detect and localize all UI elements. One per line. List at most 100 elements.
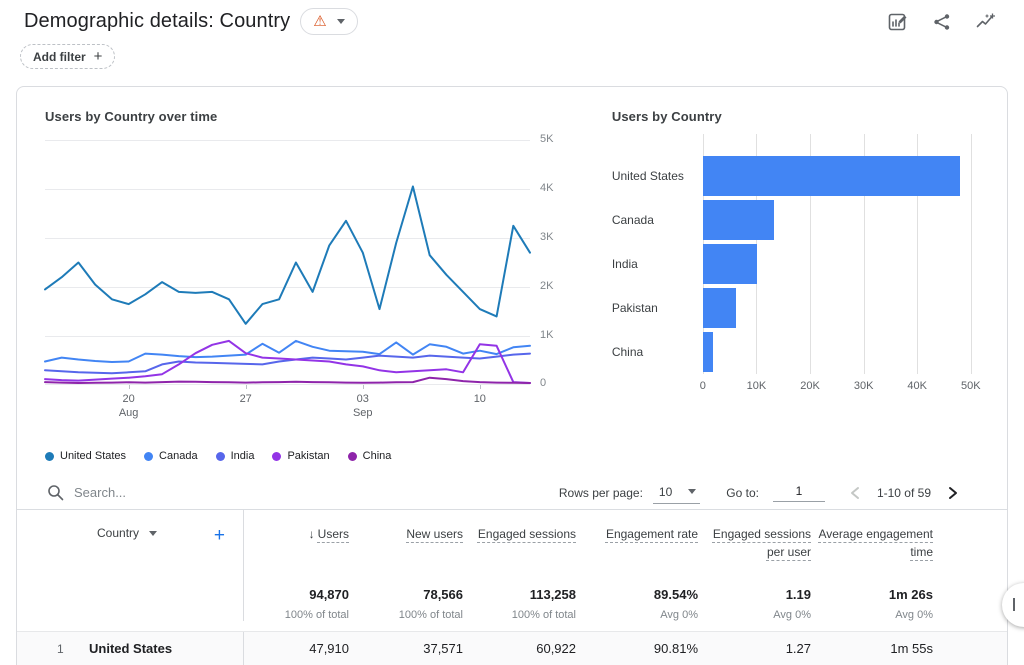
next-page-button[interactable] (947, 486, 959, 500)
goto-page-input[interactable] (773, 484, 825, 502)
share-button[interactable] (932, 12, 952, 32)
customize-report-button[interactable] (888, 12, 908, 32)
totals-value: 78,566 (349, 587, 463, 602)
bar-chart-block: Users by Country United StatesCanadaIndi… (612, 109, 983, 462)
bar-pakistan[interactable] (703, 288, 736, 328)
row-metric-cell: 1.27 (698, 632, 811, 665)
x-axis-label: 30K (854, 380, 874, 392)
bar-chart[interactable]: United StatesCanadaIndiaPakistanChina 01… (612, 134, 983, 398)
totals-cell: 78,566100% of total (349, 587, 463, 621)
legend-label: Pakistan (287, 450, 329, 462)
plus-icon: + (94, 48, 103, 65)
goto-label: Go to: (726, 486, 759, 500)
totals-value: 1.19 (698, 587, 811, 602)
x-axis-label: 20K (800, 380, 820, 392)
share-icon (932, 12, 952, 32)
column-header-label: Engaged sessions per user (713, 527, 811, 559)
bar-india[interactable] (703, 244, 757, 284)
line-chart[interactable]: 5K4K3K2K1K0 20Aug2703Sep10 (45, 140, 556, 442)
bar-canada[interactable] (703, 200, 774, 240)
row-metric-cell: 1m 55s (811, 632, 933, 665)
rows-per-page-label: Rows per page: (559, 486, 643, 500)
totals-subtext: Avg 0% (698, 609, 811, 621)
y-axis-label: 2K (540, 280, 553, 292)
rows-per-page-value: 10 (659, 485, 672, 499)
totals-subtext: Avg 0% (811, 609, 933, 621)
bar-row (703, 198, 971, 242)
row-dimension-cell: 1United States (17, 632, 244, 665)
totals-cell: 89.54%Avg 0% (576, 587, 698, 621)
column-header-engaged-sessions[interactable]: Engaged sessions (463, 510, 576, 587)
column-header-label: Engaged sessions (478, 527, 576, 541)
totals-cell: 113,258100% of total (463, 587, 576, 621)
column-header-average-engagement-time[interactable]: Average engagement time (811, 510, 933, 587)
x-axis-label: 10 (474, 392, 486, 406)
previous-page-button[interactable] (849, 486, 861, 500)
line-chart-series[interactable] (45, 140, 530, 385)
legend-dot (144, 452, 153, 461)
bar-row (703, 242, 971, 286)
column-header-new-users[interactable]: New users (349, 510, 463, 587)
bar-china[interactable] (703, 332, 713, 372)
totals-value: 1m 26s (811, 587, 933, 602)
column-header-users[interactable]: ↓Users (244, 510, 349, 587)
y-axis-label: 5K (540, 133, 553, 145)
bar-row (703, 286, 971, 330)
ga4-demographic-details-page: Demographic details: Country ⚠ (0, 0, 1024, 665)
legend-label: India (231, 450, 255, 462)
legend-dot (272, 452, 281, 461)
x-axis-tick (480, 385, 481, 389)
legend-item: United States (45, 450, 126, 462)
column-header-label: New users (406, 527, 463, 541)
search-box (47, 484, 559, 501)
totals-value: 113,258 (463, 587, 576, 602)
bar-category-label: Pakistan (612, 286, 703, 330)
search-input[interactable] (74, 485, 374, 500)
x-axis-label: 0 (700, 380, 706, 392)
legend-item: Pakistan (272, 450, 329, 462)
column-header-engaged-sessions-per-user[interactable]: Engaged sessions per user (698, 510, 811, 587)
bar-chart-title: Users by Country (612, 109, 983, 124)
totals-cell: 1.19 Avg 0% (698, 587, 811, 621)
bar-row (703, 154, 971, 198)
row-index: 1 (57, 642, 89, 656)
page-title: Demographic details: Country (24, 10, 290, 33)
column-header-label: Users (318, 527, 349, 541)
x-axis-label: 27 (240, 392, 252, 406)
report-card: Users by Country over time 5K4K3K2K1K0 2… (16, 86, 1008, 665)
column-header-label: Engagement rate (606, 527, 698, 541)
table-toolbar: Rows per page: 10 Go to: 1-10 of 59 (17, 476, 1007, 510)
x-axis-label: 20Aug (119, 392, 139, 420)
add-dimension-button[interactable]: + (214, 526, 225, 545)
totals-cell: 94,870100% of total (244, 587, 349, 621)
x-axis-tick (246, 385, 247, 389)
bar-united-states[interactable] (703, 156, 960, 196)
row-country-name: United States (89, 641, 172, 656)
line-series-united-states[interactable] (45, 187, 530, 324)
chart-gridline (971, 134, 972, 374)
totals-value: 89.54% (576, 587, 698, 602)
rows-per-page-select[interactable]: 10 (653, 482, 700, 504)
totals-subtext: 100% of total (244, 609, 349, 621)
bar-category-label: Canada (612, 198, 703, 242)
x-axis-tick (129, 385, 130, 389)
x-axis-label: 03Sep (353, 392, 373, 420)
line-chart-block: Users by Country over time 5K4K3K2K1K0 2… (45, 109, 576, 462)
legend-item: China (348, 450, 392, 462)
dimension-select-country[interactable]: Country (97, 526, 157, 540)
y-axis-label: 4K (540, 182, 553, 194)
warning-icon: ⚠ (313, 14, 326, 29)
add-filter-button[interactable]: Add filter + (20, 44, 115, 69)
column-header-engagement-rate[interactable]: Engagement rate (576, 510, 698, 587)
insights-button[interactable] (976, 12, 996, 32)
chevron-down-icon (149, 531, 157, 536)
data-quality-chip[interactable]: ⚠ (300, 8, 357, 35)
bar-category-label: United States (612, 154, 703, 198)
legend-dot (348, 452, 357, 461)
row-metric-cell: 90.81% (576, 632, 698, 665)
legend-label: United States (60, 450, 126, 462)
drag-bar-icon (1013, 598, 1015, 611)
search-icon (47, 484, 64, 501)
report-header: Demographic details: Country ⚠ (0, 0, 1024, 69)
chevron-left-icon (849, 486, 861, 500)
